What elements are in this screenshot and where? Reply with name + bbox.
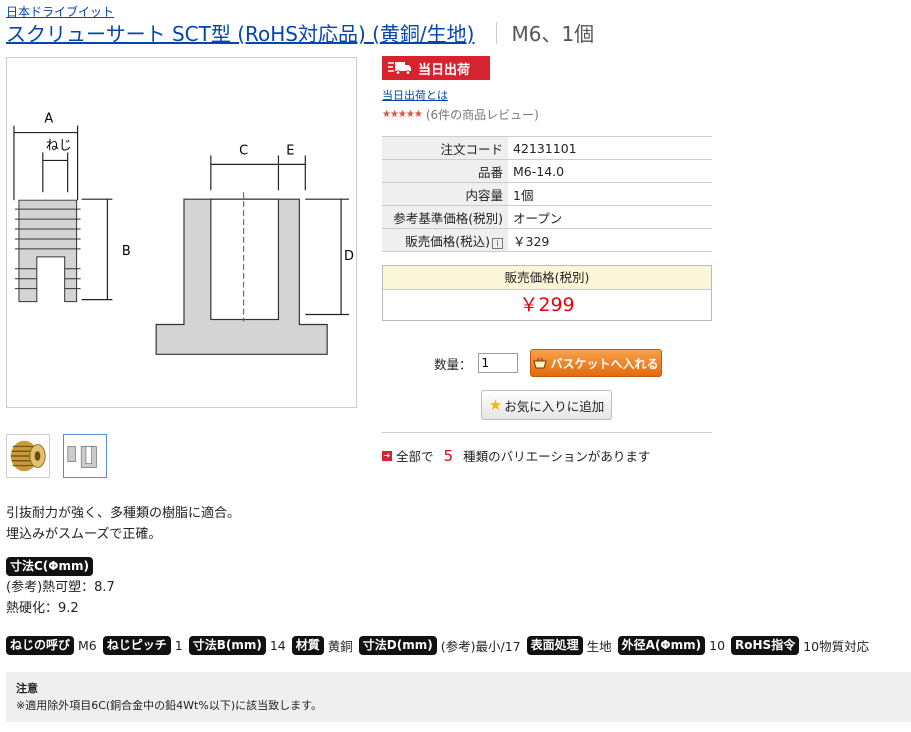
shipping-badge-label: 当日出荷	[418, 62, 471, 78]
dimension-c-line: (参考)熱可塑：8.7	[6, 580, 115, 595]
variation-suffix: 種類のバリエーションがあります	[463, 449, 651, 464]
description-line: 埋込みがスムーズで正確。	[6, 527, 162, 542]
add-to-cart-row: 数量： バスケットへ入れる	[434, 349, 662, 377]
product-title[interactable]: スクリューサート SCT型 (RoHS対応品) (黄銅/生地)	[6, 18, 474, 47]
attr-value: (参考)最小/17	[440, 639, 521, 654]
spec-value: M6-14.0	[508, 159, 712, 183]
add-to-basket-label: バスケットへ入れる	[550, 356, 659, 371]
divider	[382, 432, 712, 433]
label-c: C	[239, 143, 248, 158]
attr-tag: 寸法D(mm)	[358, 636, 437, 655]
spec-label: 参考基準価格(税別)	[382, 205, 508, 229]
info-icon[interactable]: i	[492, 237, 503, 249]
spec-label-with-info: 販売価格(税込) i	[382, 228, 508, 252]
dimension-c-line: 熱硬化：9.2	[6, 601, 79, 616]
spec-label: 内容量	[382, 182, 508, 206]
same-day-shipping-badge: 当日出荷	[382, 56, 490, 80]
star-icon: ★	[488, 396, 503, 414]
truck-icon	[388, 62, 411, 75]
thumbnail-drawing[interactable]	[63, 434, 107, 478]
label-a: A	[44, 112, 53, 127]
basket-icon	[532, 357, 547, 369]
notice-title: 注意	[16, 682, 38, 695]
table-row: 参考基準価格(税別) オープン	[382, 205, 712, 229]
review-rating[interactable]: ★★★★★ (6件の商品レビュー)	[382, 106, 539, 123]
attr-value: 生地	[586, 639, 612, 654]
price-box: 販売価格(税別) ￥299	[382, 265, 712, 321]
label-b: B	[122, 244, 131, 259]
attr-value: M6	[78, 638, 97, 653]
spec-label: 注文コード	[382, 136, 508, 160]
table-row: 注文コード 42131101	[382, 136, 712, 160]
notice-box: 注意 ※適用除外項目6C(銅合金中の鉛4Wt%以下)に該当致します。	[6, 672, 911, 722]
spec-table: 注文コード 42131101 品番 M6-14.0 内容量 1個 参考基準価格(…	[382, 136, 712, 252]
arrow-right-icon: ➜	[382, 450, 392, 461]
attr-value: 1	[174, 638, 183, 653]
variation-link[interactable]: ➜ 全部で 5 種類のバリエーションがあります	[382, 446, 650, 465]
dimension-c-tag: 寸法C(Φmm)	[6, 557, 93, 576]
thumbnail-photo[interactable]	[6, 434, 50, 478]
label-e: E	[286, 143, 294, 158]
table-row: 内容量 1個	[382, 182, 712, 206]
drawing-thumbnail-icon	[64, 435, 106, 477]
product-variant: M6、1個	[511, 22, 595, 46]
add-to-favorites-button[interactable]: ★ お気に入りに追加	[481, 390, 612, 420]
attr-tag: ねじピッチ	[102, 636, 171, 655]
description-line: 引抜耐力が強く、多種類の樹脂に適合。	[6, 506, 241, 521]
spec-value: 1個	[508, 182, 712, 206]
add-to-favorites-label: お気に入りに追加	[504, 398, 605, 414]
same-day-shipping-info-link[interactable]: 当日出荷とは	[382, 87, 448, 103]
dimension-drawing: A ねじ B C E D	[7, 58, 356, 407]
table-row: 販売価格(税込) i ￥329	[382, 228, 712, 252]
review-count[interactable]: (6件の商品レビュー)	[426, 106, 539, 123]
quantity-label: 数量：	[434, 356, 472, 372]
spec-label: 販売価格(税込)	[405, 233, 490, 249]
attr-value: 14	[269, 638, 286, 653]
attr-tag: 寸法B(mm)	[188, 636, 266, 655]
spec-label: 品番	[382, 159, 508, 183]
attr-tag: ねじの呼び	[6, 636, 75, 655]
label-neji: ねじ	[46, 138, 72, 153]
product-main-image[interactable]: A ねじ B C E D	[6, 57, 357, 408]
title-row: スクリューサート SCT型 (RoHS対応品) (黄銅/生地) M6、1個	[6, 18, 594, 47]
spec-value: ￥329	[508, 228, 712, 252]
brass-insert-icon	[7, 435, 49, 477]
attr-tag: 外径A(Φmm)	[617, 636, 706, 655]
title-divider	[496, 21, 498, 44]
price-value: ￥299	[519, 294, 575, 316]
notice-text: ※適用除外項目6C(銅合金中の鉛4Wt%以下)に該当致します。	[16, 699, 323, 712]
attr-tag: 表面処理	[526, 636, 583, 655]
table-row: 品番 M6-14.0	[382, 159, 712, 183]
attr-value: 黄銅	[327, 639, 353, 654]
attr-tag: RoHS指令	[731, 636, 800, 655]
attr-value: 10	[709, 638, 726, 653]
add-to-basket-button[interactable]: バスケットへ入れる	[529, 349, 662, 377]
price-label: 販売価格(税別)	[383, 266, 711, 290]
quantity-input[interactable]	[477, 353, 518, 373]
label-d: D	[344, 249, 354, 264]
variation-count: 5	[443, 446, 454, 465]
attr-tag: 材質	[291, 636, 324, 655]
variation-prefix: 全部で	[396, 449, 434, 464]
dimension-c-block: 寸法C(Φmm) (参考)熱可塑：8.7 熱硬化：9.2	[6, 556, 115, 619]
star-rating-icon: ★★★★★	[382, 109, 423, 120]
spec-value: オープン	[508, 205, 712, 229]
attr-value: 10物質対応	[803, 639, 870, 654]
attribute-list: ねじの呼び M6 ねじピッチ 1 寸法B(mm) 14 材質 黄銅 寸法D(mm) (参考…	[6, 636, 871, 655]
product-description: 引抜耐力が強く、多種類の樹脂に適合。 埋込みがスムーズで正確。	[6, 503, 240, 545]
spec-value: 42131101	[508, 136, 712, 160]
